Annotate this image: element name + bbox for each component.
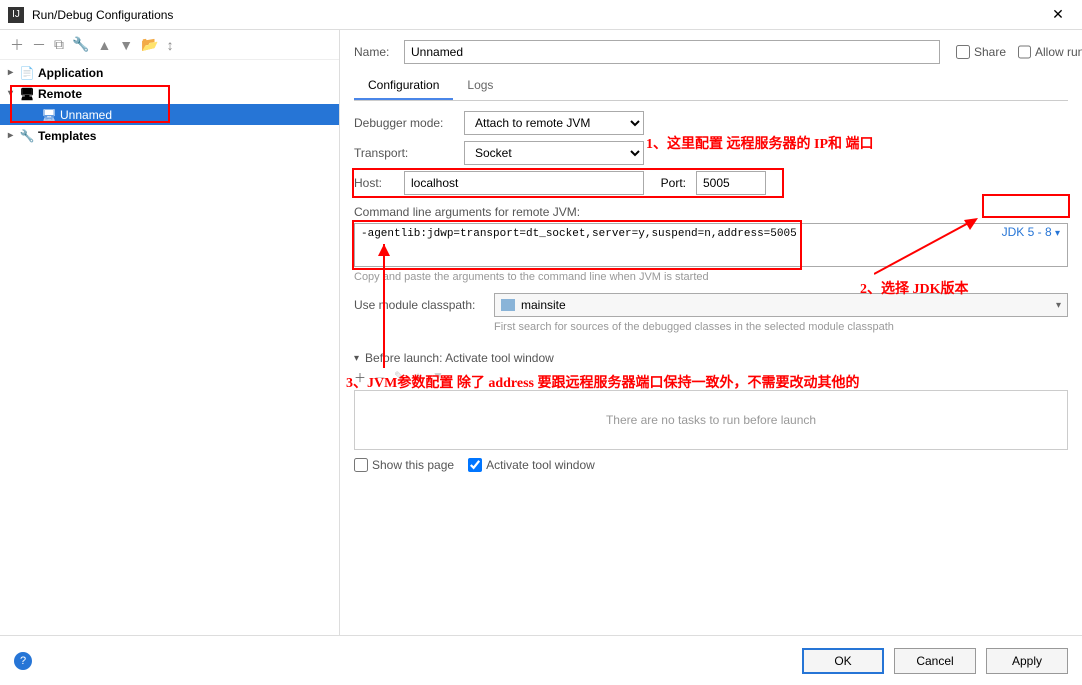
share-checkbox[interactable]: Share — [956, 45, 1006, 59]
classpath-hint: First search for sources of the debugged… — [494, 321, 944, 333]
close-icon[interactable]: ✕ — [1042, 6, 1074, 23]
tree-templates[interactable]: ▸ 🔧 Templates — [0, 125, 339, 146]
jdk-dropdown[interactable]: JDK 5 - 8 ▾ — [994, 222, 1068, 242]
show-page-checkbox[interactable]: Show this page — [354, 458, 454, 472]
activate-window-checkbox[interactable]: Activate tool window — [468, 458, 595, 472]
up-icon[interactable]: ▲ — [97, 37, 111, 53]
remote-item-icon: 🖥 — [42, 108, 56, 122]
name-input[interactable] — [404, 40, 940, 64]
tab-configuration[interactable]: Configuration — [354, 72, 453, 100]
apply-button[interactable]: Apply — [986, 648, 1068, 674]
bl-edit-icon: ✎ — [394, 369, 404, 386]
copy-icon[interactable]: ⧉ — [54, 36, 64, 53]
port-input[interactable] — [696, 171, 766, 195]
classpath-label: Use module classpath: — [354, 298, 494, 312]
sort-icon[interactable]: ↕ — [167, 37, 174, 53]
classpath-select[interactable]: mainsite ▾ — [494, 293, 1068, 317]
parallel-checkbox[interactable]: Allow running in parallel — [1018, 45, 1068, 59]
transport-label: Transport: — [354, 146, 464, 160]
chevron-right-icon: ▸ — [8, 67, 20, 78]
debugger-mode-label: Debugger mode: — [354, 116, 464, 130]
right-panel: Name: Share Allow running in parallel Co… — [340, 30, 1082, 635]
config-toolbar: ＋ － ⧉ 🔧 ▲ ▼ 📂 ↕ — [0, 30, 339, 60]
chevron-right-icon: ▸ — [8, 130, 20, 141]
window-title: Run/Debug Configurations — [32, 8, 1042, 22]
ok-button[interactable]: OK — [802, 648, 884, 674]
chevron-down-icon: ▾ — [1056, 300, 1061, 311]
settings-icon[interactable]: 🔧 — [72, 36, 89, 53]
down-icon[interactable]: ▼ — [119, 37, 133, 53]
host-input[interactable] — [404, 171, 644, 195]
tab-logs[interactable]: Logs — [453, 72, 507, 100]
tree-application[interactable]: ▸ 📄 Application — [0, 62, 339, 83]
app-type-icon: 📄 — [20, 66, 34, 80]
bl-up-icon: ▲ — [412, 369, 424, 386]
chevron-down-icon: ▾ — [354, 353, 359, 364]
cmdline-textarea[interactable]: -agentlib:jdwp=transport=dt_socket,serve… — [354, 223, 1068, 267]
tree-remote[interactable]: ▾ 🖥 Remote — [0, 83, 339, 104]
chevron-down-icon: ▾ — [1055, 228, 1060, 239]
help-icon[interactable]: ? — [14, 652, 32, 670]
debugger-mode-select[interactable]: Attach to remote JVM — [464, 111, 644, 135]
tree-unnamed[interactable]: 🖥 Unnamed — [0, 104, 339, 125]
app-icon: IJ — [8, 7, 24, 23]
left-panel: ＋ － ⧉ 🔧 ▲ ▼ 📂 ↕ ▸ 📄 Application ▾ 🖥 Remo… — [0, 30, 340, 635]
bl-down-icon: ▼ — [432, 369, 444, 386]
before-launch-header[interactable]: ▾ Before launch: Activate tool window — [354, 351, 1068, 365]
before-launch-section: ▾ Before launch: Activate tool window ＋ … — [354, 351, 1068, 472]
cmdline-hint: Copy and paste the arguments to the comm… — [354, 271, 1068, 283]
task-list: There are no tasks to run before launch — [354, 390, 1068, 450]
remove-icon[interactable]: － — [32, 35, 46, 55]
host-label: Host: — [354, 176, 398, 190]
config-tree: ▸ 📄 Application ▾ 🖥 Remote 🖥 Unnamed ▸ 🔧… — [0, 60, 339, 635]
cancel-button[interactable]: Cancel — [894, 648, 976, 674]
footer: ? OK Cancel Apply — [0, 635, 1082, 685]
bl-add-icon[interactable]: ＋ — [354, 369, 366, 386]
add-icon[interactable]: ＋ — [10, 35, 24, 55]
titlebar: IJ Run/Debug Configurations ✕ — [0, 0, 1082, 30]
name-label: Name: — [354, 45, 404, 59]
chevron-down-icon: ▾ — [8, 88, 20, 99]
templates-icon: 🔧 — [20, 129, 34, 143]
tabs: Configuration Logs — [354, 72, 1068, 101]
transport-select[interactable]: Socket — [464, 141, 644, 165]
cmdline-label: Command line arguments for remote JVM: — [354, 205, 1068, 219]
module-icon — [501, 299, 515, 311]
bl-remove-icon: － — [374, 369, 386, 386]
folder-icon[interactable]: 📂 — [141, 36, 158, 53]
port-label: Port: — [650, 176, 686, 190]
remote-type-icon: 🖥 — [20, 87, 34, 101]
